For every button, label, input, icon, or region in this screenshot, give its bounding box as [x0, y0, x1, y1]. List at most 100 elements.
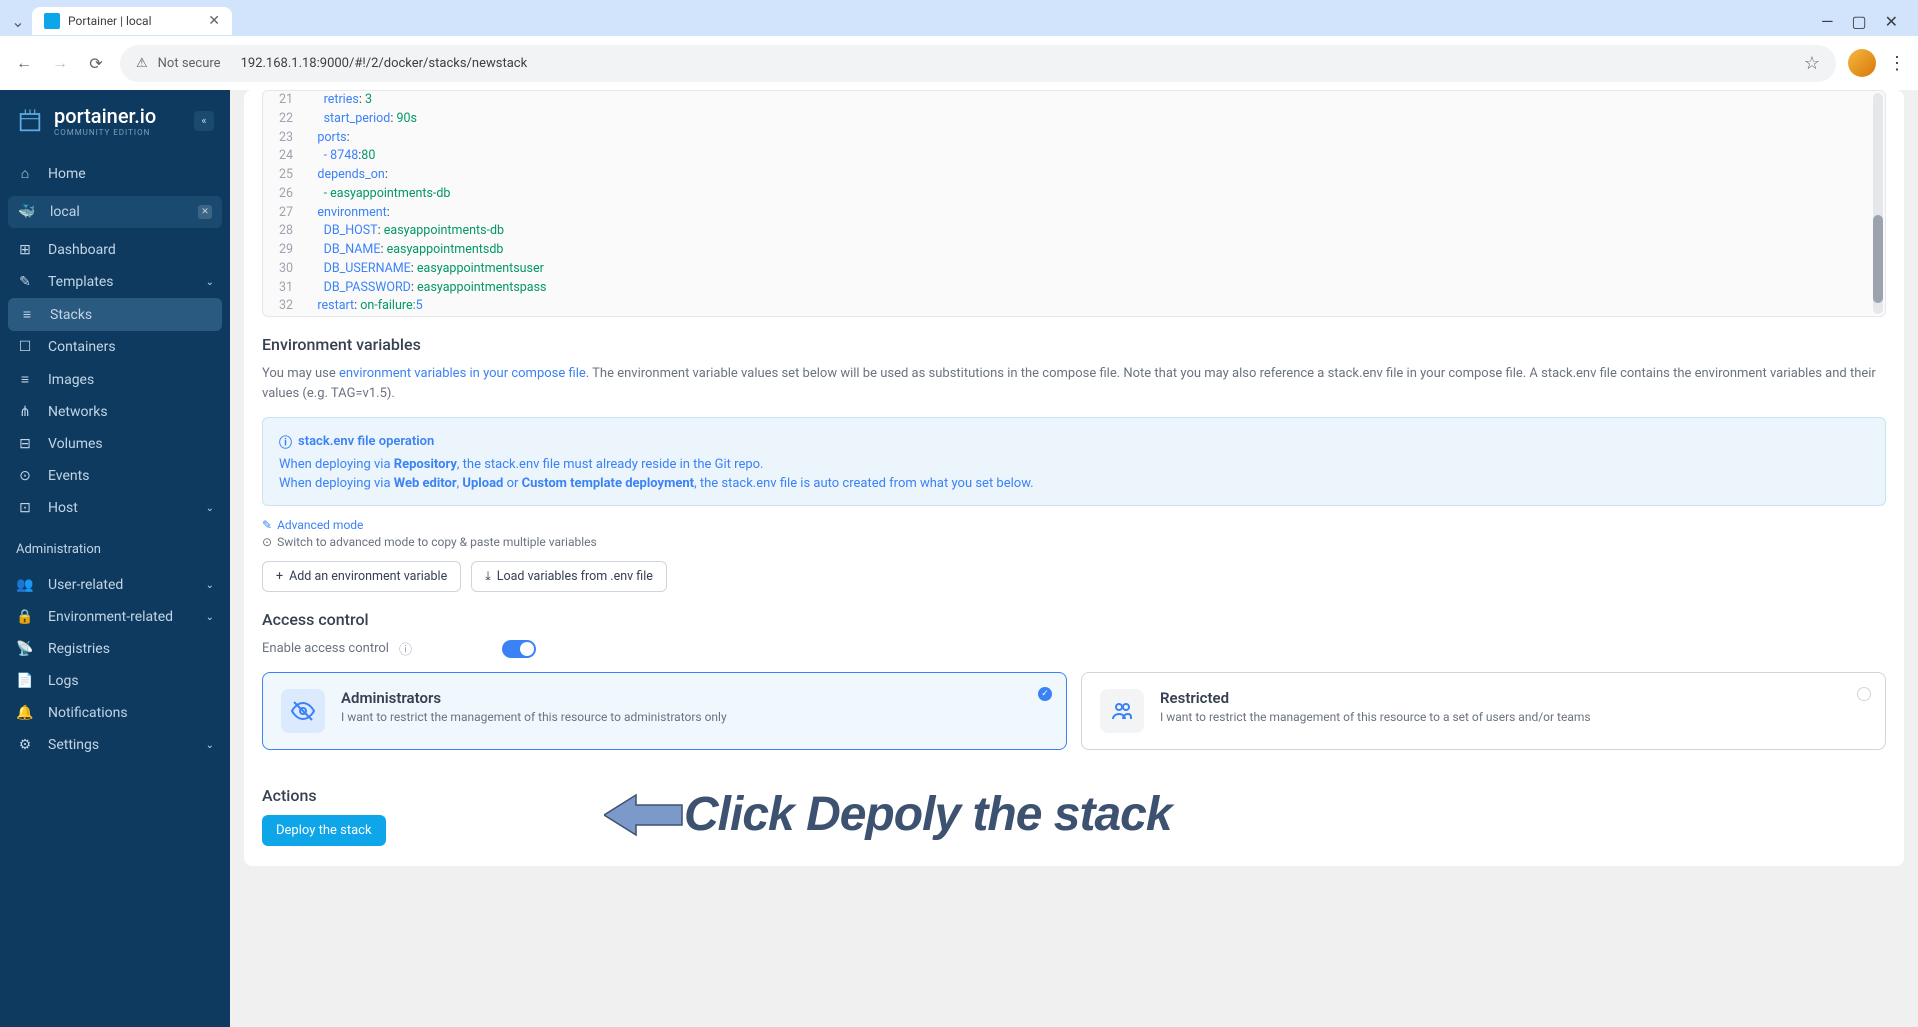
- close-tab-icon[interactable]: ✕: [208, 13, 220, 29]
- access-card-restricted[interactable]: Restricted I want to restrict the manage…: [1081, 672, 1886, 750]
- sidebar-label: Home: [48, 166, 86, 182]
- sidebar-item-stacks[interactable]: ≡ Stacks: [8, 298, 222, 331]
- admin-section-label: Administration: [0, 530, 230, 563]
- sidebar-item-registries[interactable]: 📡Registries: [0, 633, 230, 665]
- stack-env-info-box: ⓘ stack.env file operation When deployin…: [262, 417, 1886, 506]
- nav-icon: ⊙: [16, 468, 34, 484]
- nav-icon: ⊞: [16, 242, 34, 258]
- upload-icon: ⤓: [485, 569, 491, 584]
- sidebar-item-networks[interactable]: ⋔Networks: [0, 396, 230, 428]
- sidebar-item-user-related[interactable]: 👥User-related⌄: [0, 569, 230, 601]
- advanced-mode-hint: ⊙ Switch to advanced mode to copy & past…: [262, 535, 1886, 549]
- sidebar-label: Settings: [48, 737, 99, 753]
- chevron-down-icon: ⌄: [206, 612, 214, 623]
- radio-unselected-icon: [1857, 687, 1871, 701]
- back-button[interactable]: ←: [12, 51, 36, 75]
- card-title: Administrators: [341, 689, 727, 707]
- profile-avatar[interactable]: [1848, 49, 1876, 77]
- bookmark-icon[interactable]: ☆: [1804, 53, 1820, 74]
- code-line: 29 DB_NAME: easyappointmentsdb: [263, 241, 1885, 260]
- nav-icon: ≡: [18, 306, 36, 323]
- nav-icon: ⋔: [16, 404, 34, 420]
- sidebar-label: Registries: [48, 641, 110, 657]
- plus-icon: +: [276, 569, 283, 584]
- code-line: 24 - 8748:80: [263, 147, 1885, 166]
- tab-title: Portainer | local: [68, 14, 152, 28]
- sidebar-label: Host: [48, 500, 78, 516]
- logo-text: portainer.io: [54, 104, 156, 128]
- code-line: 28 DB_HOST: easyappointments-db: [263, 222, 1885, 241]
- docker-icon: 🐳: [18, 204, 36, 220]
- help-icon[interactable]: ⓘ: [399, 639, 412, 658]
- env-vars-link[interactable]: environment variables in your compose fi…: [339, 366, 586, 381]
- card-desc: I want to restrict the management of thi…: [1160, 710, 1591, 724]
- sidebar-label: Volumes: [48, 436, 103, 452]
- info-icon: ⓘ: [279, 432, 292, 451]
- nav-icon: ⊟: [16, 436, 34, 452]
- nav-icon: ⊡: [16, 500, 34, 516]
- nav-icon: ⚙: [16, 737, 34, 753]
- sidebar-item-environment-related[interactable]: 🔒 Environment-related ⌄: [0, 601, 230, 633]
- access-card-administrators[interactable]: Administrators I want to restrict the ma…: [262, 672, 1067, 750]
- sidebar-label: Dashboard: [48, 242, 116, 258]
- sidebar-item-containers[interactable]: ☐ Containers: [0, 331, 230, 363]
- security-label: Not secure: [158, 56, 221, 71]
- deploy-stack-button[interactable]: Deploy the stack: [262, 815, 386, 846]
- reload-button[interactable]: ⟳: [84, 51, 108, 75]
- sidebar-item-templates[interactable]: ✎Templates⌄: [0, 266, 230, 298]
- code-line: 26 - easyappointments-db: [263, 185, 1885, 204]
- tab-dropdown-icon[interactable]: ⌄: [8, 11, 28, 31]
- compose-editor[interactable]: 21 retries: 322 start_period: 90s23 port…: [262, 90, 1886, 317]
- sidebar-item-images[interactable]: ≡ Images: [0, 363, 230, 396]
- advanced-mode-link[interactable]: ✎ Advanced mode: [262, 518, 1886, 532]
- code-line: 27 environment:: [263, 204, 1885, 223]
- eye-off-icon: [281, 689, 325, 733]
- sidebar-item-host[interactable]: ⊡ Host ⌄: [0, 492, 230, 524]
- browser-menu-icon[interactable]: ⋮: [1888, 53, 1906, 74]
- sidebar-environment[interactable]: 🐳 local ✕: [8, 196, 222, 228]
- code-line: 21 retries: 3: [263, 91, 1885, 110]
- card-title: Restricted: [1160, 689, 1591, 707]
- access-toggle-label: Enable access control: [262, 641, 389, 656]
- sidebar-item-events[interactable]: ⊙Events: [0, 460, 230, 492]
- sidebar-label: Containers: [48, 339, 116, 355]
- nav-icon: ☐: [16, 339, 34, 355]
- access-control-toggle[interactable]: [502, 640, 536, 658]
- sidebar-item-logs[interactable]: 📄Logs: [0, 665, 230, 697]
- sidebar-label: Templates: [48, 274, 114, 290]
- code-line: 32 restart: on-failure:5: [263, 297, 1885, 316]
- load-env-file-button[interactable]: ⤓ Load variables from .env file: [471, 561, 667, 592]
- nav-icon: 👥: [16, 577, 34, 593]
- code-line: 30 DB_USERNAME: easyappointmentsuser: [263, 260, 1885, 279]
- env-close-icon[interactable]: ✕: [198, 205, 212, 219]
- sidebar-label: Images: [48, 372, 94, 388]
- sidebar-item-volumes[interactable]: ⊟ Volumes: [0, 428, 230, 460]
- nav-icon: ≡: [16, 371, 34, 388]
- logo-edition: COMMUNITY EDITION: [54, 128, 156, 137]
- sidebar-item-notifications[interactable]: 🔔Notifications: [0, 697, 230, 729]
- nav-icon: 🔒: [16, 609, 34, 625]
- chevron-down-icon: ⌄: [206, 580, 214, 591]
- forward-button[interactable]: →: [48, 51, 72, 75]
- actions-title: Actions: [244, 768, 1904, 815]
- minimize-icon[interactable]: —: [1821, 12, 1834, 31]
- editor-scrollbar[interactable]: [1873, 93, 1883, 314]
- access-control-title: Access control: [262, 610, 1886, 629]
- sidebar-label: Environment-related: [48, 609, 173, 625]
- maximize-icon[interactable]: ▢: [1851, 12, 1866, 31]
- card-desc: I want to restrict the management of thi…: [341, 710, 727, 724]
- code-line: 31 DB_PASSWORD: easyappointmentspass: [263, 279, 1885, 298]
- sidebar-label: Stacks: [50, 307, 92, 323]
- close-window-icon[interactable]: ✕: [1885, 12, 1898, 31]
- address-bar[interactable]: ⚠ Not secure 192.168.1.18:9000/#!/2/dock…: [120, 45, 1836, 82]
- sidebar-label: Logs: [48, 673, 79, 689]
- code-line: 23 ports:: [263, 129, 1885, 148]
- sidebar-item-home[interactable]: ⌂ Home: [0, 157, 230, 190]
- sidebar-collapse-button[interactable]: «: [194, 111, 214, 131]
- sidebar-item-settings[interactable]: ⚙Settings⌄: [0, 729, 230, 761]
- add-env-var-button[interactable]: + Add an environment variable: [262, 561, 461, 592]
- browser-tab[interactable]: Portainer | local ✕: [32, 7, 232, 35]
- main-content: 21 retries: 322 start_period: 90s23 port…: [230, 90, 1918, 1027]
- chevron-down-icon: ⌄: [206, 503, 214, 514]
- sidebar-item-dashboard[interactable]: ⊞ Dashboard: [0, 234, 230, 266]
